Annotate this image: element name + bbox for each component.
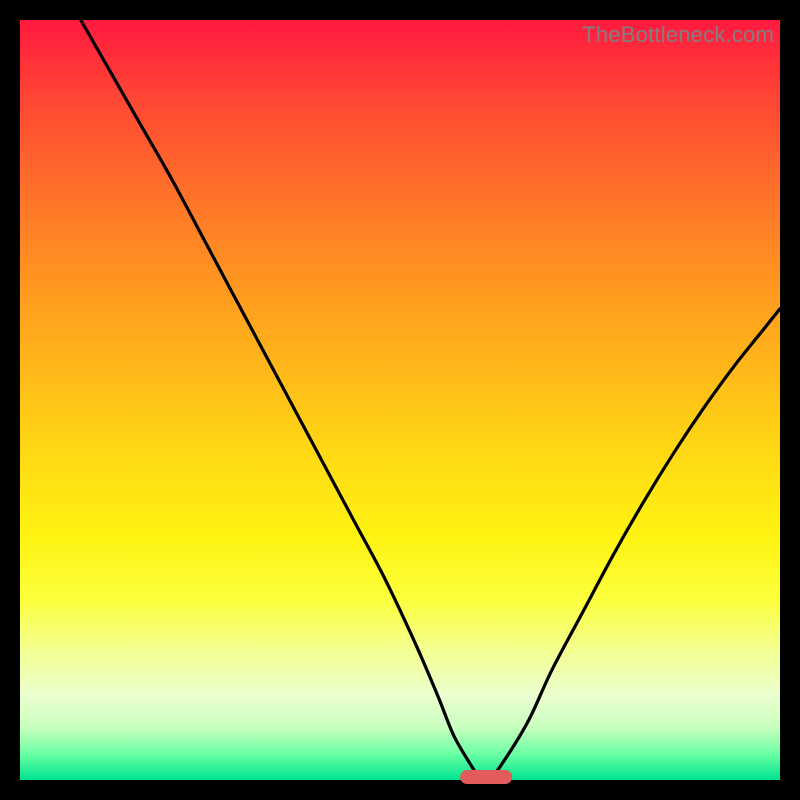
curve-svg xyxy=(20,20,780,780)
bottleneck-curve-path xyxy=(81,20,780,779)
chart-frame: TheBottleneck.com xyxy=(0,0,800,800)
plot-area: TheBottleneck.com xyxy=(20,20,780,780)
optimum-marker xyxy=(460,770,512,784)
